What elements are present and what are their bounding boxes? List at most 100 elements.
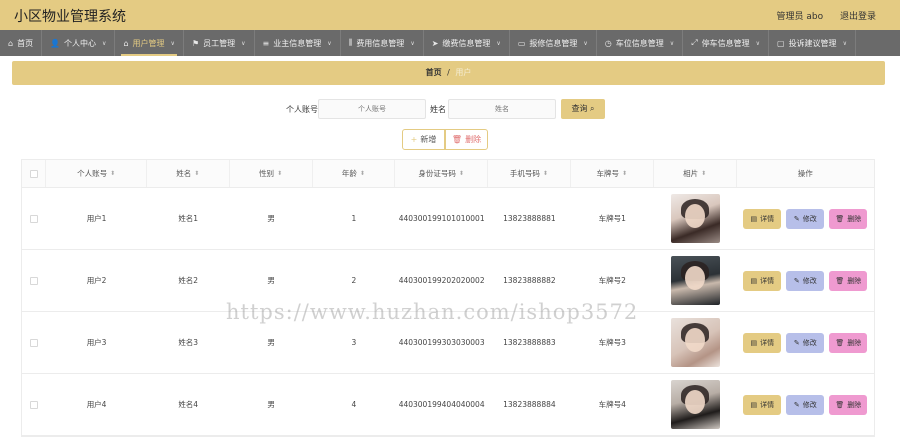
- edit-button[interactable]: ✎ 修改: [786, 332, 825, 353]
- edit-icon: ✎: [793, 276, 800, 285]
- current-user-label: 管理员 abo: [776, 12, 824, 22]
- sort-icon[interactable]: ⬍: [622, 170, 627, 177]
- column-header-account[interactable]: 个人账号 ⬍: [46, 160, 147, 187]
- nav-item-label: 车位信息管理: [615, 38, 664, 48]
- cell-actions: ▤ 详情 ✎ 修改 🗑 删除: [737, 250, 874, 311]
- sort-icon[interactable]: ⬍: [543, 170, 548, 177]
- account-search-label: 个人账号: [286, 105, 318, 114]
- nav-item-6[interactable]: ➤ 缴费信息管理 ∨: [424, 30, 510, 56]
- edit-button[interactable]: ✎ 修改: [786, 270, 825, 291]
- add-button-label: 新增: [420, 135, 437, 144]
- column-header-gender[interactable]: 性别 ⬍: [230, 160, 313, 187]
- cell-id-card: 440300199404040004: [398, 400, 485, 409]
- trash-icon: 🗑: [835, 214, 845, 223]
- nav-item-9[interactable]: ⤢ 停车信息管理 ∨: [683, 30, 769, 56]
- nav-item-label: 用户管理: [132, 38, 165, 48]
- cell-name: 姓名1: [178, 214, 199, 223]
- account-search-input[interactable]: [318, 99, 426, 119]
- delete-button-label: 删除: [847, 338, 862, 347]
- search-button[interactable]: 查询 ⌕: [561, 99, 605, 119]
- cell-actions: ▤ 详情 ✎ 修改 🗑 删除: [737, 374, 874, 435]
- sort-icon[interactable]: ⬍: [360, 170, 365, 177]
- nav-item-label: 投诉建议管理: [788, 38, 837, 48]
- edit-button-label: 修改: [802, 400, 817, 409]
- row-checkbox[interactable]: [30, 214, 39, 223]
- row-checkbox[interactable]: [30, 400, 39, 409]
- nav-item-10[interactable]: ▢ 投诉建议管理 ∨: [769, 30, 856, 56]
- name-search-label: 姓名: [430, 105, 446, 114]
- detail-button-label: 详情: [760, 400, 775, 409]
- nav-item-7[interactable]: ▭ 报修信息管理 ∨: [510, 30, 597, 56]
- row-checkbox[interactable]: [30, 276, 39, 285]
- detail-icon: ▤: [750, 338, 758, 347]
- cell-gender: 男: [267, 214, 275, 223]
- column-header-actions: 操作: [737, 160, 874, 187]
- detail-icon: ▤: [750, 214, 758, 223]
- column-header-id-card[interactable]: 身份证号码 ⬍: [395, 160, 488, 187]
- column-header-photo[interactable]: 相片 ⬍: [654, 160, 737, 187]
- sort-icon[interactable]: ⬍: [110, 170, 115, 177]
- nav-item-label: 首页: [17, 38, 34, 48]
- user-area: 管理员 abo 退出登录: [763, 9, 877, 22]
- column-header-label: 相片: [683, 169, 699, 178]
- nav-item-0[interactable]: ⌂ 首页: [0, 30, 43, 56]
- nav-item-5[interactable]: ⫼ 费用信息管理 ∨: [341, 30, 424, 56]
- column-header-label: 操作: [797, 169, 813, 178]
- delete-button[interactable]: 🗑 删除: [829, 332, 868, 353]
- delete-button[interactable]: 🗑 删除: [829, 208, 868, 229]
- column-header-phone[interactable]: 手机号码 ⬍: [488, 160, 571, 187]
- folder-icon: ▭: [517, 38, 526, 48]
- cell-photo: [654, 312, 737, 373]
- name-search-input[interactable]: [448, 99, 556, 119]
- sort-icon[interactable]: ⬍: [194, 170, 199, 177]
- nav-item-8[interactable]: ◷ 车位信息管理 ∨: [597, 30, 684, 56]
- nav-item-2[interactable]: ⌂ 用户管理 ∨: [115, 30, 184, 56]
- nav-item-1[interactable]: 👤 个人中心 ∨: [42, 30, 116, 56]
- detail-button-label: 详情: [760, 214, 775, 223]
- cell-name: 姓名4: [178, 400, 199, 409]
- flag-icon: ⚑: [191, 38, 200, 48]
- column-header-age[interactable]: 年龄 ⬍: [313, 160, 396, 187]
- column-header-name[interactable]: 姓名 ⬍: [147, 160, 230, 187]
- edit-button[interactable]: ✎ 修改: [786, 394, 825, 415]
- select-all-checkbox[interactable]: [29, 169, 38, 178]
- row-actions: ▤ 详情 ✎ 修改 🗑 删除: [743, 394, 868, 415]
- row-select-cell: [22, 312, 46, 373]
- chevron-down-icon: ∨: [496, 39, 501, 47]
- cell-account: 用户3: [86, 338, 107, 347]
- cell-photo: [654, 188, 737, 249]
- nav-item-3[interactable]: ⚑ 员工管理 ∨: [184, 30, 255, 56]
- sort-icon[interactable]: ⬍: [701, 170, 706, 177]
- edit-button-label: 修改: [802, 276, 817, 285]
- search-bar: 个人账号 姓名 查询 ⌕: [0, 99, 900, 119]
- sort-icon[interactable]: ⬍: [277, 170, 282, 177]
- logout-link[interactable]: 退出登录: [840, 12, 876, 22]
- detail-button-label: 详情: [760, 276, 775, 285]
- edit-button[interactable]: ✎ 修改: [786, 208, 825, 229]
- column-header-label: 姓名: [176, 169, 192, 178]
- edit-icon: ✎: [793, 400, 800, 409]
- detail-button[interactable]: ▤ 详情: [743, 208, 782, 229]
- chevron-down-icon: ∨: [170, 39, 175, 47]
- nav-item-4[interactable]: ≡ 业主信息管理 ∨: [255, 30, 341, 56]
- add-button[interactable]: + 新增: [402, 129, 445, 150]
- cell-photo: [654, 374, 737, 435]
- row-checkbox[interactable]: [30, 338, 39, 347]
- users-table: 个人账号 ⬍ 姓名 ⬍ 性别 ⬍ 年龄 ⬍ 身份证号码 ⬍ 手机号码 ⬍ 车牌号 ⬍ 相片 ⬍ …: [21, 159, 875, 437]
- sort-icon[interactable]: ⬍: [459, 170, 464, 177]
- column-header-plate[interactable]: 车牌号 ⬍: [571, 160, 654, 187]
- bar-icon: ⫼: [348, 38, 353, 47]
- chevron-down-icon: ∨: [669, 39, 675, 47]
- photo-face: [684, 266, 705, 290]
- delete-button[interactable]: 🗑 删除: [829, 270, 868, 291]
- batch-delete-button[interactable]: 🗑 删除: [445, 129, 488, 150]
- row-select-cell: [22, 250, 46, 311]
- delete-button-label: 删除: [847, 276, 862, 285]
- delete-button[interactable]: 🗑 删除: [829, 394, 868, 415]
- detail-button[interactable]: ▤ 详情: [743, 270, 782, 291]
- cell-account: 用户2: [86, 276, 107, 285]
- cell-plate: 车牌号4: [598, 400, 626, 409]
- breadcrumb-home[interactable]: 首页: [426, 68, 442, 77]
- detail-button[interactable]: ▤ 详情: [743, 332, 782, 353]
- detail-button[interactable]: ▤ 详情: [743, 394, 782, 415]
